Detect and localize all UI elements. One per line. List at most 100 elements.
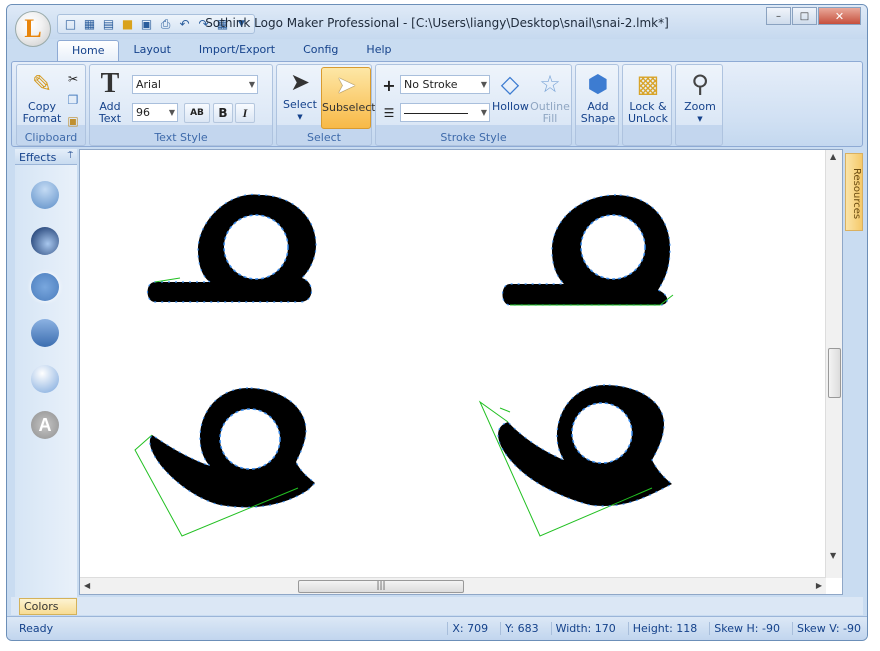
tab-help[interactable]: Help: [352, 40, 405, 62]
title-bar: □ ▦ ▤ ■ ▣ ⎙ ↶ ↷ ▦ ▼ Sothink Logo Maker P…: [7, 5, 867, 39]
canvas-area: ▲ ▼ ◀ ||| ▶: [79, 149, 843, 595]
tab-import-export[interactable]: Import/Export: [185, 40, 289, 62]
chevron-down-icon: ▼: [248, 80, 255, 89]
copy-format-label: Copy Format: [22, 100, 62, 125]
italic-label: I: [242, 105, 248, 120]
horizontal-scrollbar[interactable]: ◀ ||| ▶: [80, 577, 826, 594]
chevron-down-icon: ▼: [168, 108, 175, 117]
snail-shape-2[interactable]: [501, 194, 674, 306]
stroke-type-select[interactable]: No Stroke ▼: [400, 75, 490, 94]
stroke-style-group: + No Stroke ▼ ☰ ▼ ◇ Hollow ☆ Outline Fill…: [375, 64, 572, 146]
lock-unlock-label: Lock & UnLock: [627, 100, 669, 125]
effect-reflection-icon[interactable]: [31, 319, 59, 347]
line-weight-icon[interactable]: ☰: [379, 103, 399, 123]
bold-label: B: [218, 106, 228, 120]
select-button[interactable]: ➤ Select ▼: [280, 67, 320, 127]
brush-icon: ✎: [31, 70, 53, 98]
font-family-value: Arial: [136, 78, 161, 91]
scroll-left-icon[interactable]: ◀: [84, 581, 90, 590]
zoom-label: Zoom: [684, 100, 716, 113]
ribbon: ✎ Copy Format ✂ ❐ ▣ Clipboard T Add Text…: [11, 61, 863, 147]
bold-button[interactable]: B: [213, 103, 233, 123]
status-skew-h: Skew H: -90: [709, 622, 780, 635]
font-size-select[interactable]: 96 ▼: [132, 103, 178, 122]
arrow-pointer-icon: ➤: [289, 68, 311, 96]
close-button[interactable]: ✕: [818, 7, 861, 25]
status-height: Height: 118: [627, 622, 697, 635]
status-width: Width: 170: [550, 622, 616, 635]
design-canvas[interactable]: [80, 150, 826, 576]
scroll-right-icon[interactable]: ▶: [816, 581, 822, 590]
hollow-label: Hollow: [492, 100, 529, 113]
star-icon: ☆: [539, 70, 561, 98]
stroke-type-value: No Stroke: [404, 78, 458, 91]
scroll-down-icon[interactable]: ▼: [830, 551, 836, 560]
copy-format-button[interactable]: ✎ Copy Format: [21, 69, 63, 125]
add-text-button[interactable]: T Add Text: [94, 68, 126, 125]
clipboard-group-label: Clipboard: [24, 131, 78, 144]
tab-layout[interactable]: Layout: [119, 40, 184, 62]
italic-button[interactable]: I: [235, 103, 255, 123]
app-logo-icon: L: [24, 14, 42, 43]
subselect-button[interactable]: ➤ Subselect: [321, 67, 376, 129]
effect-gloss-icon[interactable]: [31, 181, 59, 209]
select-group: ➤ Select ▼ ➤ Subselect Select: [276, 64, 376, 146]
hexagon-icon: ⬢: [587, 70, 609, 98]
vertical-scroll-thumb[interactable]: [828, 348, 841, 398]
line-style-select[interactable]: ▼: [400, 103, 490, 122]
cut-icon[interactable]: ✂: [63, 69, 83, 89]
stroke-color-icon[interactable]: +: [379, 75, 399, 95]
colors-panel-tab[interactable]: Colors: [19, 598, 77, 615]
lock-unlock-button[interactable]: ▩ Lock & UnLock: [625, 69, 671, 125]
effect-shadow-icon[interactable]: [31, 227, 59, 255]
effects-panel: Effects ⍑ A: [15, 149, 77, 597]
status-skew-v: Skew V: -90: [791, 622, 861, 635]
lock-group: ▩ Lock & UnLock: [622, 64, 672, 146]
magnifier-icon: ⚲: [691, 70, 709, 98]
snail-shape-1[interactable]: [146, 193, 317, 303]
pin-icon[interactable]: ⍑: [68, 151, 73, 161]
add-shape-button[interactable]: ⬢ Add Shape: [578, 69, 618, 125]
app-window: □ ▦ ▤ ■ ▣ ⎙ ↶ ↷ ▦ ▼ Sothink Logo Maker P…: [6, 4, 868, 641]
application-menu-button[interactable]: L: [15, 11, 51, 47]
line-style-preview: [404, 112, 468, 114]
effects-title: Effects: [19, 151, 57, 164]
maximize-button[interactable]: □: [792, 7, 817, 25]
effect-bevel-icon[interactable]: [31, 365, 59, 393]
zoom-group: ⚲ Zoom ▼: [675, 64, 723, 146]
resources-panel-tab[interactable]: Resources: [845, 153, 863, 231]
window-title: Sothink Logo Maker Professional - [C:\Us…: [205, 16, 669, 30]
effects-panel-header: Effects ⍑: [15, 149, 77, 165]
effect-glow-icon[interactable]: [31, 273, 59, 301]
char-spacing-button[interactable]: AB: [184, 103, 210, 123]
font-family-select[interactable]: Arial ▼: [132, 75, 258, 94]
status-x: X: 709: [447, 622, 488, 635]
select-label: Select: [283, 98, 317, 111]
copy-icon[interactable]: ❐: [63, 90, 83, 110]
subselect-label: Subselect: [322, 101, 376, 114]
tab-config[interactable]: Config: [289, 40, 352, 62]
ribbon-tabs: Home Layout Import/Export Config Help: [57, 40, 406, 62]
effect-text-icon[interactable]: A: [31, 411, 59, 439]
char-spacing-label: AB: [190, 108, 204, 118]
text-t-icon: T: [100, 68, 120, 99]
snail-shape-3[interactable]: [134, 387, 316, 537]
minimize-button[interactable]: –: [766, 7, 791, 25]
tab-home[interactable]: Home: [57, 40, 120, 62]
add-shape-label: Add Shape: [580, 100, 616, 125]
chevron-down-icon: ▼: [297, 113, 303, 121]
scroll-up-icon[interactable]: ▲: [830, 152, 836, 161]
add-text-label: Add Text: [98, 100, 122, 125]
vertical-scrollbar[interactable]: ▲ ▼: [825, 150, 842, 578]
paste-icon[interactable]: ▣: [63, 111, 83, 131]
horizontal-scroll-thumb[interactable]: |||: [298, 580, 464, 593]
clipboard-group: ✎ Copy Format ✂ ❐ ▣ Clipboard: [16, 64, 86, 146]
chevron-down-icon: ▼: [480, 108, 487, 117]
snail-shape-4[interactable]: [478, 384, 674, 537]
zoom-button[interactable]: ⚲ Zoom ▼: [678, 69, 722, 125]
outline-fill-button[interactable]: ☆ Outline Fill: [530, 69, 570, 125]
diamond-icon: ◇: [500, 70, 520, 98]
status-y: Y: 683: [500, 622, 539, 635]
hollow-button[interactable]: ◇ Hollow: [492, 69, 529, 113]
text-style-group: T Add Text Arial ▼ 96 ▼ AB B I Text Style: [89, 64, 273, 146]
